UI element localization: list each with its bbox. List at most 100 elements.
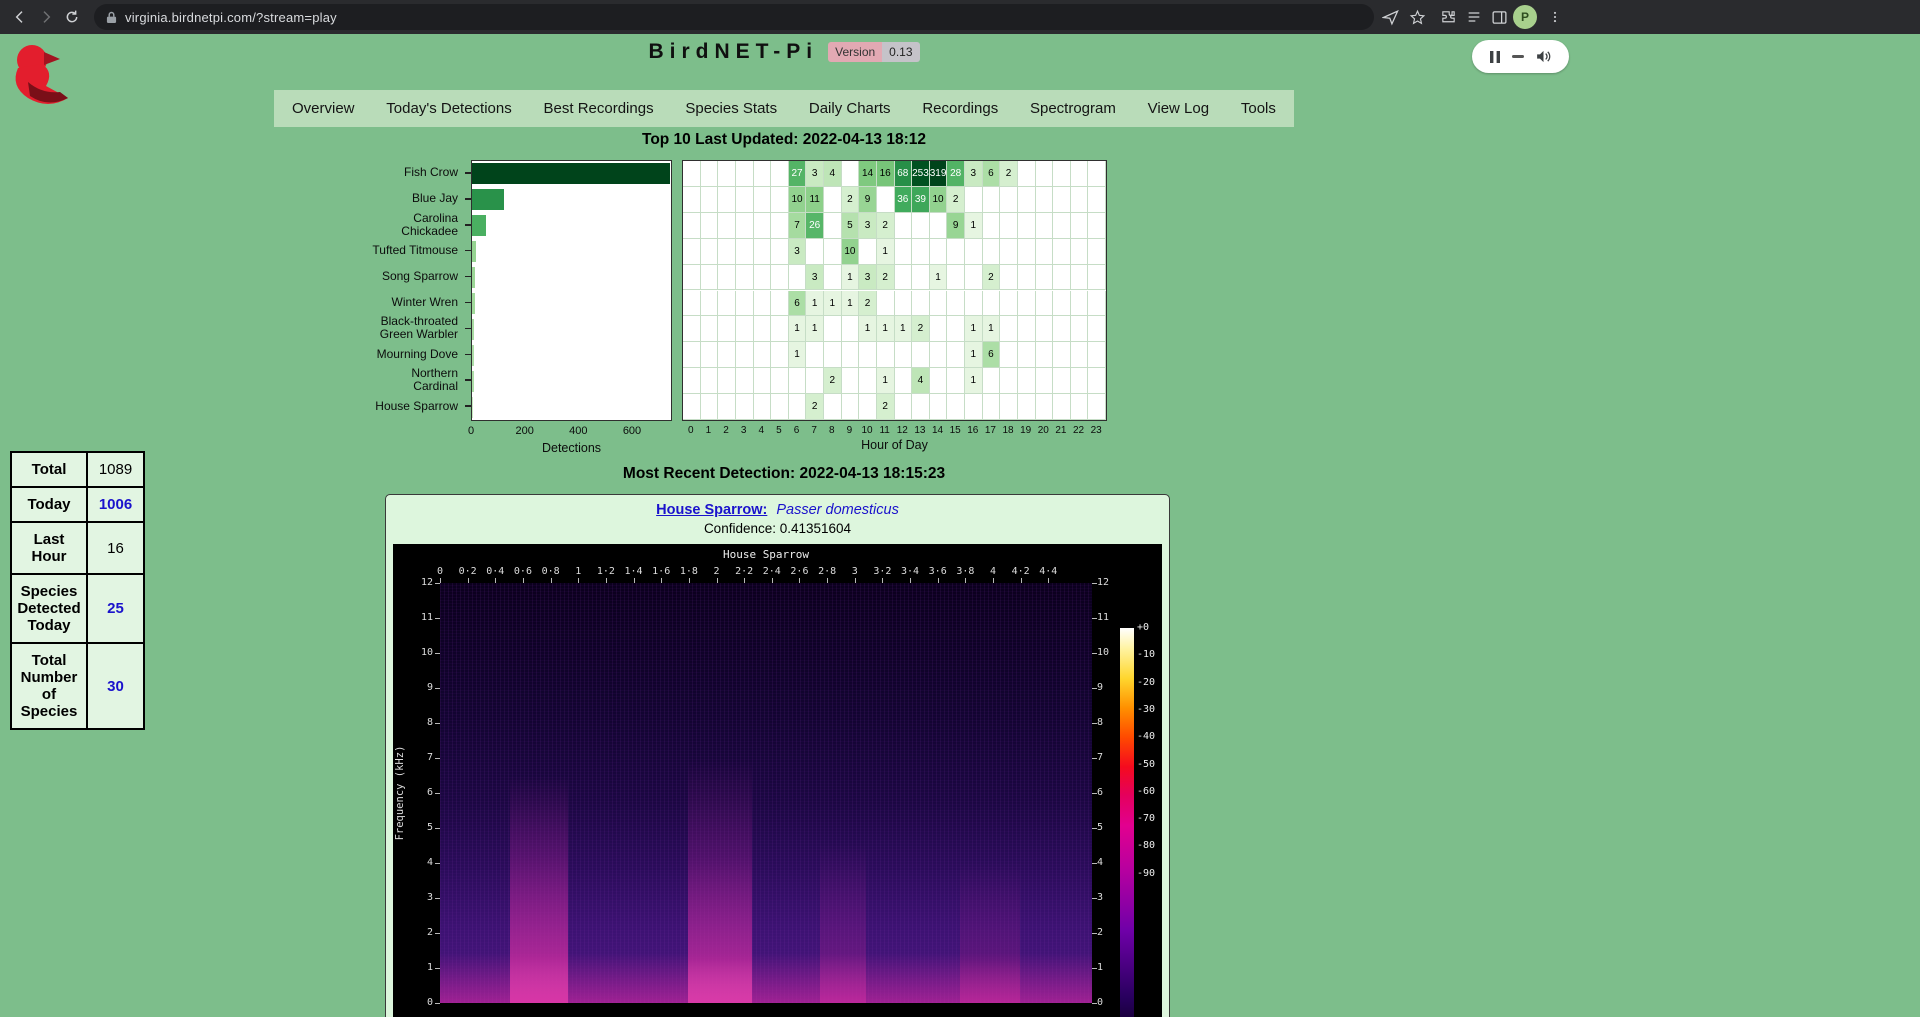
heatmap-cell [701,187,719,213]
spectrogram: House Sparrow Frequency (kHz) 00·20·40·6… [393,544,1162,1017]
heatmap-cell [771,342,789,368]
colorbar-tick-label: -80 [1137,840,1163,852]
heatmap-axis-label: Hour of Day [682,438,1107,452]
volume-icon[interactable] [1535,49,1552,64]
heatmap-cell [754,316,772,342]
species-axis-tick [465,198,471,200]
nav-item-recordings[interactable]: Recordings [922,100,998,117]
heatmap-cell: 39 [912,187,930,213]
heatmap-cell [771,187,789,213]
heatmap-cell [965,394,983,420]
heatmap-cell [877,291,895,317]
spectrogram-tick-mark [1092,688,1097,689]
species-axis-tick [465,224,471,226]
spectrogram-time-tick-label: 4 [978,566,1008,577]
seek-slider[interactable] [1512,55,1524,58]
heatmap-cell [1071,316,1089,342]
spectrogram-time-tick-label: 0 [425,566,455,577]
species-axis-tick [465,276,471,278]
heatmap-cell [912,213,930,239]
audio-player[interactable] [1472,40,1569,73]
menu-kebab-icon[interactable] [1543,5,1567,29]
spectrogram-tick-mark [1092,898,1097,899]
nav-item-today-s-detections[interactable]: Today's Detections [386,100,511,117]
spectrogram-freq-tick-label: 1 [405,962,433,974]
heatmap-cell [1036,342,1054,368]
spectrogram-tick-mark [523,578,524,583]
heatmap-cell: 2 [947,187,965,213]
heatmap-cell: 2 [983,265,1001,291]
pause-button[interactable] [1489,50,1501,64]
heatmap-cell: 1 [983,316,1001,342]
stats-value-link[interactable]: 1006 [87,487,144,522]
heatmap-cell [1088,213,1106,239]
detection-species-link[interactable]: House Sparrow: [656,502,767,518]
spectrogram-tick-mark [1092,828,1097,829]
nav-item-species-stats[interactable]: Species Stats [685,100,777,117]
nav-item-view-log[interactable]: View Log [1148,100,1209,117]
profile-avatar[interactable]: P [1513,5,1537,29]
back-icon[interactable] [8,5,32,29]
spectrogram-tick-mark [435,618,440,619]
send-icon[interactable] [1378,5,1402,29]
heatmap-cell [1018,368,1036,394]
spectrogram-time-tick-label: 2·2 [729,566,759,577]
heatmap-cell [754,291,772,317]
heatmap-cell [771,291,789,317]
heatmap-cell [1036,394,1054,420]
stats-row: LastHour16 [11,522,144,574]
nav-item-tools[interactable]: Tools [1241,100,1276,117]
heatmap-cell [1000,316,1018,342]
spectrogram-time-tick-label: 0·4 [480,566,510,577]
reading-list-icon[interactable] [1462,5,1486,29]
heatmap-cell [736,342,754,368]
heatmap-cell: 1 [965,368,983,394]
spectrogram-freq-tick-label: 10 [405,647,433,659]
heatmap-cell [754,368,772,394]
spectrogram-tick-mark [1092,793,1097,794]
stats-value-link[interactable]: 25 [87,574,144,643]
extensions-icon[interactable] [1436,5,1460,29]
heatmap-cell [1036,368,1054,394]
heatmap-cell [842,342,860,368]
forward-icon[interactable] [34,5,58,29]
colorbar-tick-label: -20 [1137,677,1163,689]
nav-item-overview[interactable]: Overview [292,100,355,117]
spectrogram-time-tick-label: 1 [563,566,593,577]
address-bar[interactable]: virginia.birdnetpi.com/?stream=play [94,4,1374,30]
heatmap-cell: 1 [965,213,983,239]
heatmap-cell [859,342,877,368]
nav-item-spectrogram[interactable]: Spectrogram [1030,100,1116,117]
heatmap-cell [895,265,913,291]
side-panel-icon[interactable] [1487,5,1511,29]
stats-value-link[interactable]: 30 [87,643,144,729]
heatmap-cell [701,291,719,317]
heatmap-cell [1036,316,1054,342]
detection-count-bar [472,189,504,210]
spectrogram-time-tick-label: 4·2 [1006,566,1036,577]
heatmap-cell [771,368,789,394]
spectrogram-time-tick-label: 0·8 [536,566,566,577]
nav-item-best-recordings[interactable]: Best Recordings [544,100,654,117]
reload-icon[interactable] [60,5,84,29]
colorbar-tick-label: -60 [1137,786,1163,798]
spectrogram-time-tick-label: 0·2 [453,566,483,577]
heatmap-cell [1053,213,1071,239]
spectrogram-tick-mark [1092,583,1097,584]
heatmap-cell: 1 [789,342,807,368]
heatmap-cell [718,213,736,239]
heatmap-cell [1036,239,1054,265]
heatmap-cell [824,187,842,213]
heatmap-cell [1053,239,1071,265]
spectrogram-freq-tick-label: 3 [1097,892,1125,904]
spectrogram-time-tick-label: 3·8 [950,566,980,577]
spectrogram-tick-mark [435,583,440,584]
species-label: Tufted Titmouse [330,238,460,264]
heatmap-cell: 2 [1000,161,1018,187]
heatmap-cell [683,265,701,291]
bookmark-star-icon[interactable] [1405,5,1429,29]
heatmap-cell [771,161,789,187]
heatmap-cell [965,291,983,317]
spectrogram-tick-mark [1048,578,1049,583]
nav-item-daily-charts[interactable]: Daily Charts [809,100,891,117]
